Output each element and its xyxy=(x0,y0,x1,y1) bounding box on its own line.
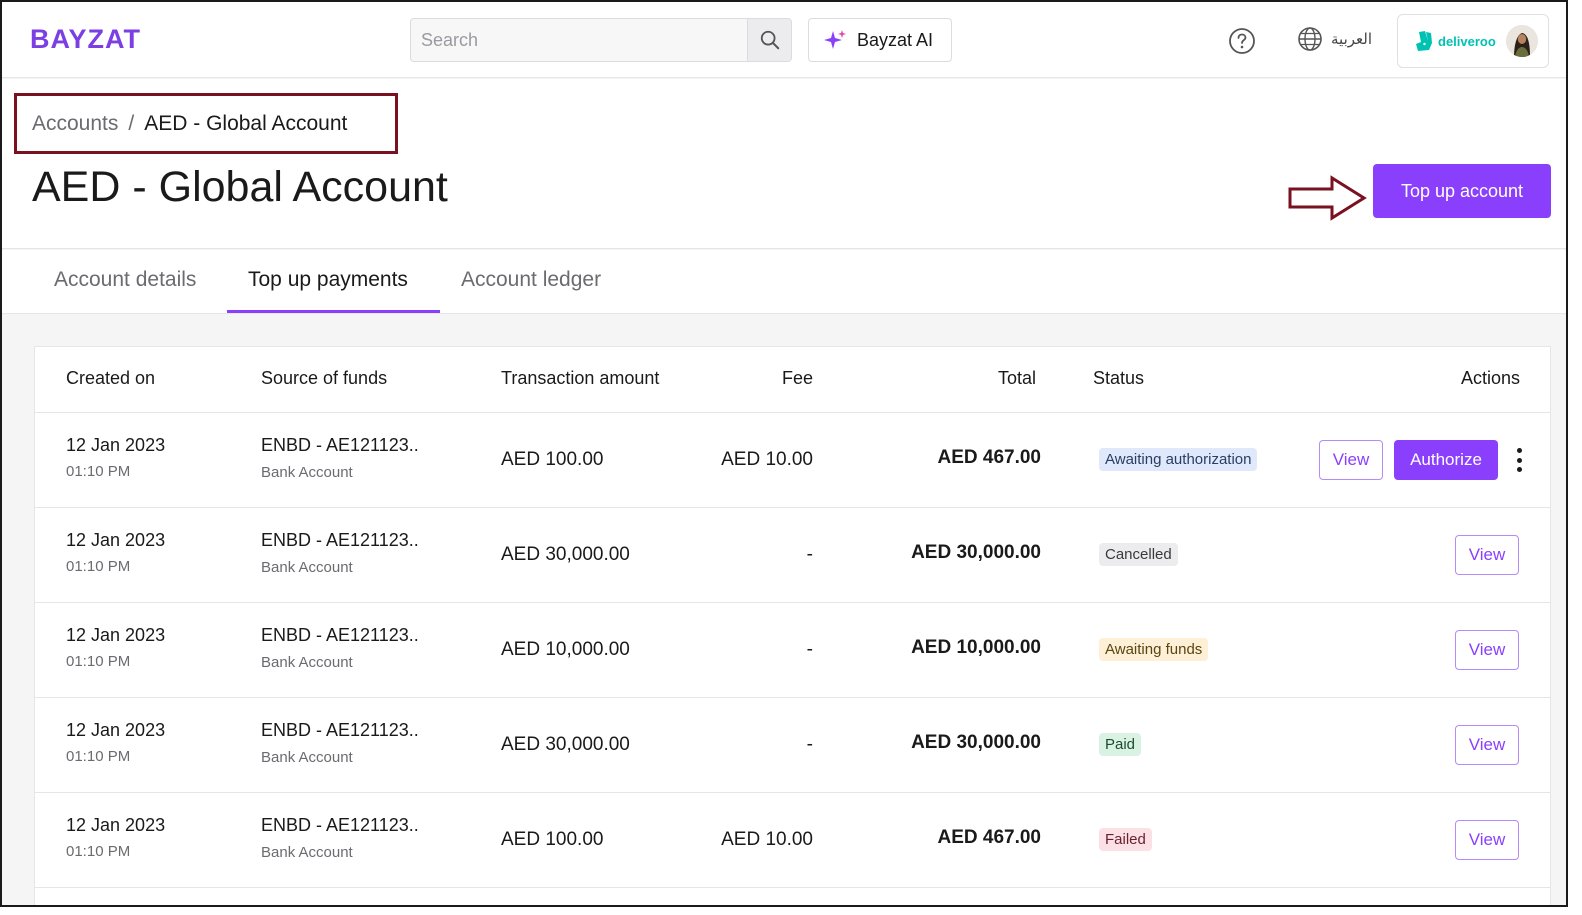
column-header-source-of-funds: Source of funds xyxy=(261,368,388,388)
created-time: 01:10 PM xyxy=(66,653,131,670)
page-title: AED - Global Account xyxy=(32,163,448,211)
breadcrumb-current: AED - Global Account xyxy=(144,112,348,135)
view-button[interactable]: View xyxy=(1455,630,1519,670)
created-time: 01:10 PM xyxy=(66,843,131,860)
fee-amount: - xyxy=(806,544,813,565)
status-badge: Paid xyxy=(1099,733,1142,756)
column-header-actions: Actions xyxy=(1460,368,1520,388)
table-row[interactable]: 12 Jan 2023 01:10 PM ENBD - AE121123.. B… xyxy=(35,793,1550,888)
search-bar xyxy=(410,18,792,62)
transaction-amount: AED 100.00 xyxy=(501,449,604,470)
total-amount: AED 10,000.00 xyxy=(911,637,1041,658)
bayzat-ai-label: Bayzat AI xyxy=(857,29,934,50)
table-row[interactable]: 12 Jan 2023 01:10 PM ENBD - AE121123.. B… xyxy=(35,698,1550,793)
view-button[interactable]: View xyxy=(1455,725,1519,765)
app-window: BAYZAT Bayzat AI xyxy=(0,0,1568,907)
language-switcher[interactable]: العربية xyxy=(1297,26,1372,52)
view-button[interactable]: View xyxy=(1455,535,1519,575)
source-type: Bank Account xyxy=(261,464,353,481)
top-up-account-button[interactable]: Top up account xyxy=(1373,164,1551,218)
status-badge: Cancelled xyxy=(1099,543,1178,566)
tab-account-ledger[interactable]: Account ledger xyxy=(461,268,601,292)
source-type: Bank Account xyxy=(261,749,353,766)
transaction-amount: AED 30,000.00 xyxy=(501,734,630,755)
source-of-funds: ENBD - AE121123.. xyxy=(261,625,419,645)
breadcrumb-accounts-link[interactable]: Accounts xyxy=(32,112,118,136)
created-date: 12 Jan 2023 xyxy=(66,815,166,835)
top-up-payments-table: Created on Source of funds Transaction a… xyxy=(34,346,1551,905)
created-date: 12 Jan 2023 xyxy=(66,530,166,550)
created-date: 12 Jan 2023 xyxy=(66,435,166,455)
bayzat-ai-button[interactable]: Bayzat AI xyxy=(808,18,952,62)
fee-amount: - xyxy=(806,639,813,660)
status-badge: Failed xyxy=(1099,828,1152,851)
transaction-amount: AED 10,000.00 xyxy=(501,639,630,660)
total-amount: AED 30,000.00 xyxy=(911,542,1041,563)
column-header-transaction-amount: Transaction amount xyxy=(501,368,660,388)
search-icon xyxy=(760,30,779,50)
user-avatar[interactable] xyxy=(1506,25,1538,57)
authorize-button[interactable]: Authorize xyxy=(1394,440,1498,480)
view-button[interactable]: View xyxy=(1455,820,1519,860)
breadcrumb-separator: / xyxy=(128,112,135,135)
search-button[interactable] xyxy=(747,19,791,61)
table-row[interactable]: 12 Jan 2023 01:10 PM ENBD - AE121123.. B… xyxy=(35,603,1550,698)
source-type: Bank Account xyxy=(261,559,353,576)
total-amount: AED 467.00 xyxy=(937,827,1041,848)
source-of-funds: ENBD - AE121123.. xyxy=(261,720,419,740)
source-type: Bank Account xyxy=(261,654,353,671)
language-label: العربية xyxy=(1331,30,1372,48)
table-header-row: Created on Source of funds Transaction a… xyxy=(35,347,1550,413)
created-time: 01:10 PM xyxy=(66,558,131,575)
company-name: deliveroo xyxy=(1438,33,1496,49)
search-input[interactable] xyxy=(411,19,747,61)
created-time: 01:10 PM xyxy=(66,748,131,765)
deliveroo-kangaroo-icon xyxy=(1416,31,1432,51)
column-header-total: Total xyxy=(997,368,1036,388)
bayzat-logo[interactable]: BAYZAT xyxy=(30,24,141,55)
annotation-arrow-icon xyxy=(1288,175,1367,221)
total-amount: AED 467.00 xyxy=(937,447,1041,468)
total-amount: AED 30,000.00 xyxy=(911,732,1041,753)
table-row[interactable]: 12 Jan 2023 01:10 PM ENBD - AE121123.. B… xyxy=(35,508,1550,603)
created-date: 12 Jan 2023 xyxy=(66,720,166,740)
column-header-fee: Fee xyxy=(781,368,813,388)
more-options-icon[interactable] xyxy=(1509,446,1529,474)
tab-account-details[interactable]: Account details xyxy=(54,268,196,292)
status-badge: Awaiting funds xyxy=(1099,638,1209,661)
breadcrumb: Accounts / AED - Global Account xyxy=(32,112,347,136)
tab-top-up-payments[interactable]: Top up payments xyxy=(248,268,408,292)
tab-bar: Account details Top up payments Account … xyxy=(2,250,1566,314)
view-button[interactable]: View xyxy=(1319,440,1383,480)
company-logo: deliveroo xyxy=(1412,30,1496,52)
fee-amount: AED 10.00 xyxy=(721,829,813,850)
globe-icon xyxy=(1298,27,1322,51)
fee-amount: - xyxy=(806,734,813,755)
fee-amount: AED 10.00 xyxy=(721,449,813,470)
active-tab-indicator xyxy=(227,310,440,313)
created-date: 12 Jan 2023 xyxy=(66,625,166,645)
page-header: Accounts / AED - Global Account AED - Gl… xyxy=(2,79,1566,249)
status-badge: Awaiting authorization xyxy=(1099,448,1258,471)
top-navigation-bar: BAYZAT Bayzat AI xyxy=(2,2,1566,78)
transaction-amount: AED 100.00 xyxy=(501,829,604,850)
created-time: 01:10 PM xyxy=(66,463,131,480)
source-type: Bank Account xyxy=(261,844,353,861)
source-of-funds: ENBD - AE121123.. xyxy=(261,815,419,835)
table-row[interactable]: 12 Jan 2023 01:10 PM ENBD - AE121123.. B… xyxy=(35,413,1550,508)
source-of-funds: ENBD - AE121123.. xyxy=(261,435,419,455)
transaction-amount: AED 30,000.00 xyxy=(501,544,630,565)
help-icon[interactable] xyxy=(1228,27,1256,55)
column-header-status: Status xyxy=(1093,368,1145,388)
company-switcher[interactable]: deliveroo xyxy=(1397,14,1549,68)
source-of-funds: ENBD - AE121123.. xyxy=(261,530,419,550)
sparkle-icon xyxy=(824,30,846,49)
column-header-created-on: Created on xyxy=(66,368,156,388)
avatar-portrait xyxy=(1506,25,1538,57)
